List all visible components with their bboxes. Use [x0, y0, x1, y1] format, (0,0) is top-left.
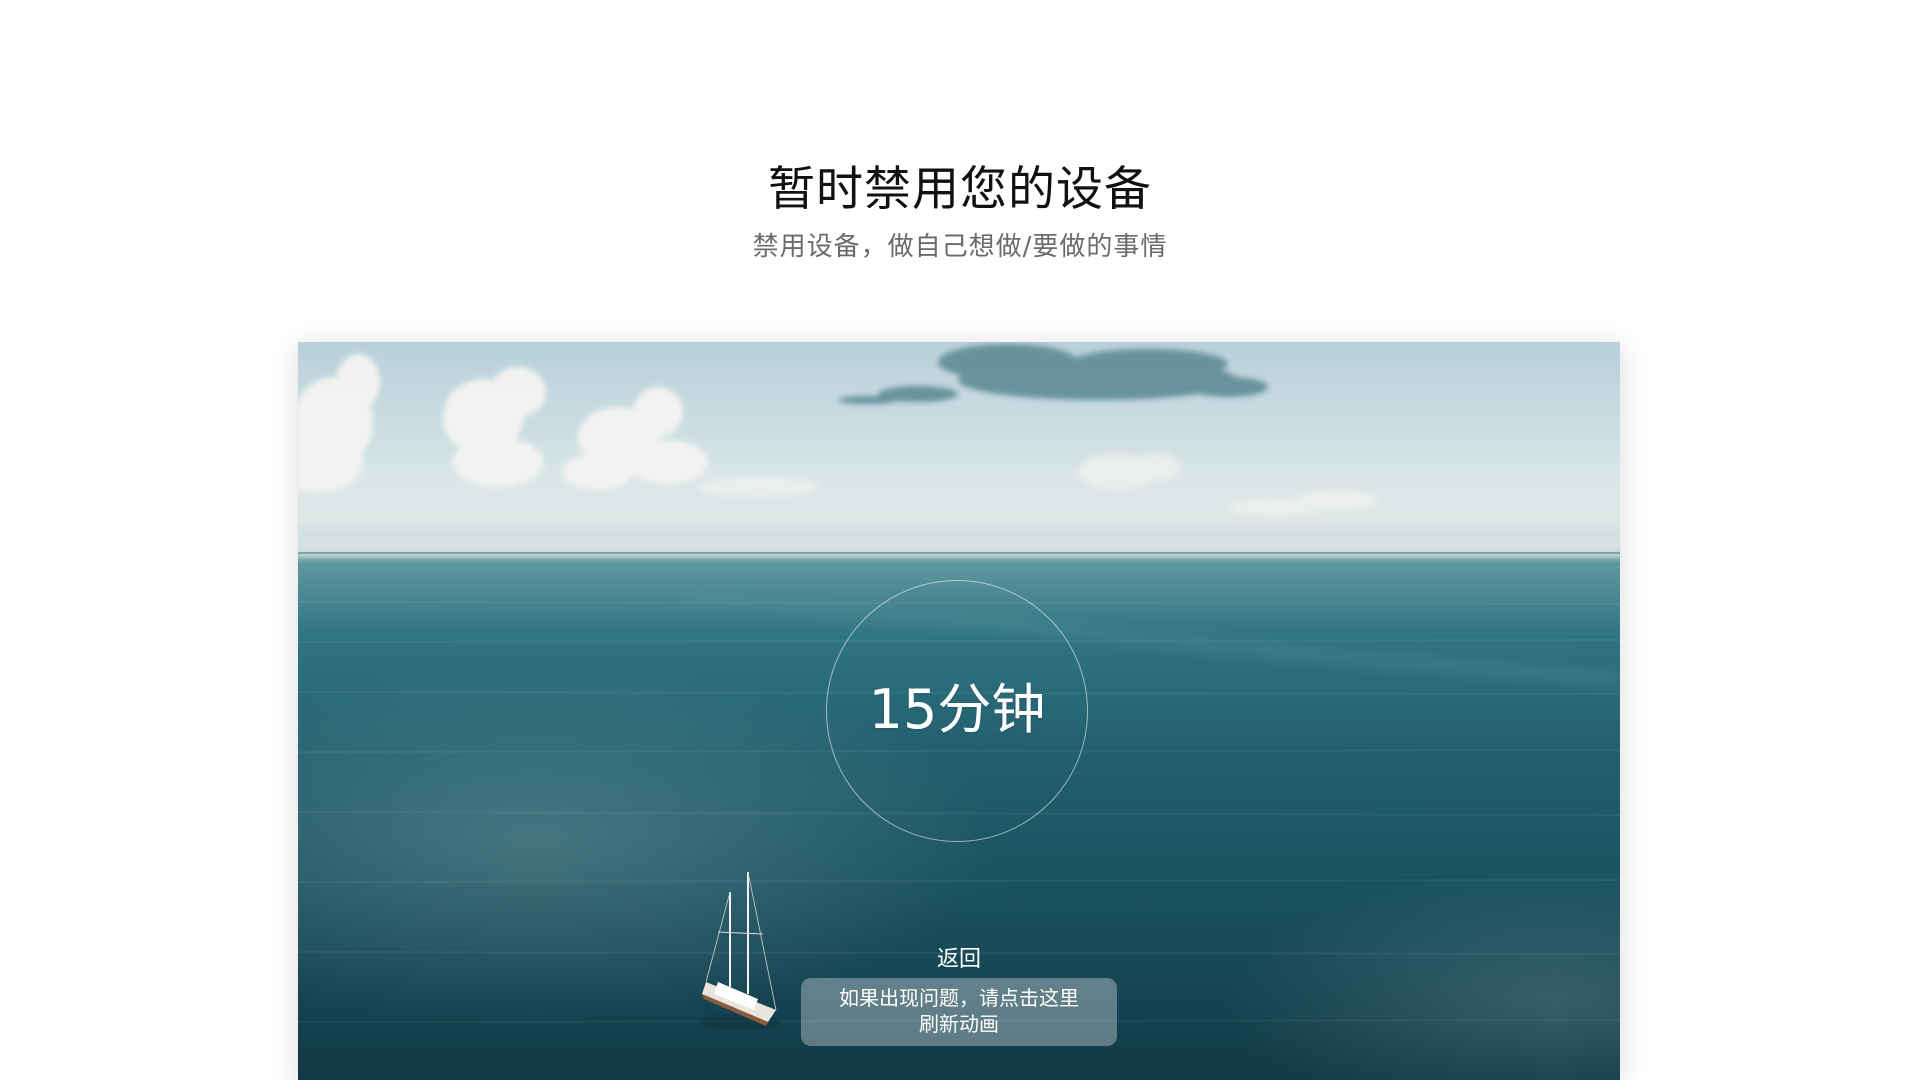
refresh-notice-line2: 刷新动画 [919, 1012, 999, 1036]
disable-device-page: 暂时禁用您的设备 禁用设备，做自己想做/要做的事情 15分钟 返回 如果出现问题… [0, 0, 1920, 1080]
refresh-notice-line1: 如果出现问题，请点击这里 [839, 986, 1079, 1010]
cloud-low [698, 453, 1378, 515]
back-button[interactable]: 返回 [909, 941, 1009, 973]
refresh-animation-button[interactable]: 如果出现问题，请点击这里 刷新动画 [801, 978, 1117, 1046]
ocean-background-animation: 15分钟 返回 如果出现问题，请点击这里 刷新动画 [298, 342, 1620, 1080]
page-title: 暂时禁用您的设备 [768, 162, 1152, 217]
cloud-dark [838, 344, 1268, 404]
timer-duration: 15分钟 [868, 678, 1046, 741]
page-subtitle: 禁用设备，做自己想做/要做的事情 [752, 232, 1168, 262]
cloud-left [298, 354, 708, 492]
